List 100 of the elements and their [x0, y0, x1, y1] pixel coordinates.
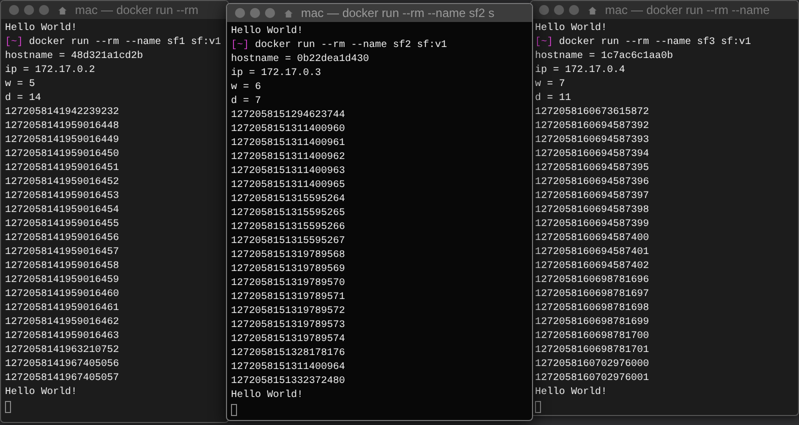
output-line: 1272058151319789569: [231, 263, 346, 277]
shell-prompt: [~]: [535, 36, 554, 50]
output-line: 1272058141959016457: [5, 246, 120, 260]
house-icon: [588, 6, 597, 14]
output-line: Hello World!: [231, 25, 304, 39]
output-line: hostname = 1c7ac6c1aa0b: [535, 50, 674, 64]
output-line: 1272058141959016448: [5, 120, 120, 134]
output-line: 1272058160694587393: [535, 134, 650, 148]
output-line: 1272058160694587396: [535, 176, 650, 190]
output-line: Hello World!: [535, 22, 608, 36]
zoom-button[interactable]: [569, 5, 579, 15]
output-line: 1272058160694587401: [535, 246, 650, 260]
output-line: Hello World!: [535, 386, 608, 400]
output-line: 1272058160694587392: [535, 120, 650, 134]
output-line: 1272058141959016453: [5, 190, 120, 204]
output-line: 1272058151311400962: [231, 151, 346, 165]
output-line: 1272058141963210752: [5, 344, 120, 358]
output-line: d = 11: [535, 92, 572, 106]
output-line: d = 14: [5, 92, 42, 106]
output-line: ip = 172.17.0.3: [231, 67, 322, 81]
output-line: 1272058160694587399: [535, 218, 650, 232]
minimize-button[interactable]: [24, 5, 34, 15]
output-line: 1272058151311400964: [231, 361, 346, 375]
output-line: 1272058151311400961: [231, 137, 346, 151]
window-title: mac — docker run --rm --name sf2 s: [301, 5, 494, 22]
output-line: Hello World!: [5, 22, 78, 36]
house-icon: [284, 8, 293, 18]
output-line: 1272058160702976000: [535, 358, 650, 372]
output-line: 1272058151319789573: [231, 319, 346, 333]
output-line: 1272058141959016452: [5, 176, 120, 190]
output-line: w = 7: [535, 78, 566, 92]
output-line: 1272058151319789571: [231, 291, 346, 305]
close-button[interactable]: [539, 5, 549, 15]
output-line: 1272058151319789570: [231, 277, 346, 291]
output-line: 1272058141959016450: [5, 148, 120, 162]
output-line: 1272058151311400960: [231, 123, 346, 137]
output-line: 1272058160698781696: [535, 274, 650, 288]
output-line: 1272058160694587397: [535, 190, 650, 204]
command-line: docker run --rm --name sf2 sf:v1: [255, 39, 448, 53]
output-line: 1272058160694587398: [535, 204, 650, 218]
output-line: 1272058151294623744: [231, 109, 346, 123]
shell-prompt: [~]: [231, 39, 250, 53]
output-line: 1272058160698781698: [535, 302, 650, 316]
output-line: 1272058141959016449: [5, 134, 120, 148]
output-line: 1272058141959016456: [5, 232, 120, 246]
output-line: 1272058160698781697: [535, 288, 650, 302]
output-line: ip = 172.17.0.4: [535, 64, 626, 78]
output-line: 1272058160673615872: [535, 106, 650, 120]
house-icon: [58, 6, 67, 14]
output-line: 1272058141959016451: [5, 162, 120, 176]
output-line: d = 7: [231, 95, 262, 109]
output-line: 1272058160694587400: [535, 232, 650, 246]
output-line: ip = 172.17.0.2: [5, 64, 96, 78]
output-line: 1272058151311400963: [231, 165, 346, 179]
output-line: 1272058141967405056: [5, 358, 120, 372]
output-line: 1272058160698781699: [535, 316, 650, 330]
output-line: w = 6: [231, 81, 262, 95]
zoom-button[interactable]: [39, 5, 49, 15]
output-line: 1272058151332372480: [231, 375, 346, 389]
output-line: Hello World!: [5, 386, 78, 400]
output-line: 1272058151311400965: [231, 179, 346, 193]
output-line: 1272058141959016462: [5, 316, 120, 330]
output-line: 1272058151319789574: [231, 333, 346, 347]
output-line: Hello World!: [231, 389, 304, 403]
text-cursor-icon: [231, 404, 237, 416]
output-line: 1272058151319789568: [231, 249, 346, 263]
output-line: hostname = 48d321a1cd2b: [5, 50, 144, 64]
output-line: 1272058160698781700: [535, 330, 650, 344]
minimize-button[interactable]: [250, 8, 260, 18]
output-line: 1272058151328178176: [231, 347, 346, 361]
window-title: mac — docker run --rm --name: [605, 2, 770, 19]
output-line: 1272058141942239232: [5, 106, 120, 120]
text-cursor-icon: [535, 401, 541, 413]
output-line: 1272058160694587402: [535, 260, 650, 274]
text-cursor-icon: [5, 401, 11, 413]
output-line: 1272058141959016458: [5, 260, 120, 274]
output-line: 1272058160702976001: [535, 372, 650, 386]
output-line: 1272058151319789572: [231, 305, 346, 319]
output-line: 1272058151315595264: [231, 193, 346, 207]
minimize-button[interactable]: [554, 5, 564, 15]
output-line: 1272058141959016463: [5, 330, 120, 344]
output-line: 1272058141959016459: [5, 274, 120, 288]
shell-prompt: [~]: [5, 36, 24, 50]
output-line: 1272058141959016460: [5, 288, 120, 302]
output-line: 1272058160694587395: [535, 162, 650, 176]
output-line: 1272058151315595266: [231, 221, 346, 235]
output-line: hostname = 0b22dea1d430: [231, 53, 370, 67]
zoom-button[interactable]: [265, 8, 275, 18]
output-line: w = 5: [5, 78, 36, 92]
output-line: 1272058151315595267: [231, 235, 346, 249]
output-line: 1272058141959016454: [5, 204, 120, 218]
output-line: 1272058141967405057: [5, 372, 120, 386]
output-line: 1272058151315595265: [231, 207, 346, 221]
output-line: 1272058160694587394: [535, 148, 650, 162]
close-button[interactable]: [9, 5, 19, 15]
output-line: 1272058160698781701: [535, 344, 650, 358]
command-line: docker run --rm --name sf3 sf:v1: [559, 36, 752, 50]
close-button[interactable]: [235, 8, 245, 18]
window-title: mac — docker run --rm: [75, 2, 198, 19]
output-line: 1272058141959016461: [5, 302, 120, 316]
